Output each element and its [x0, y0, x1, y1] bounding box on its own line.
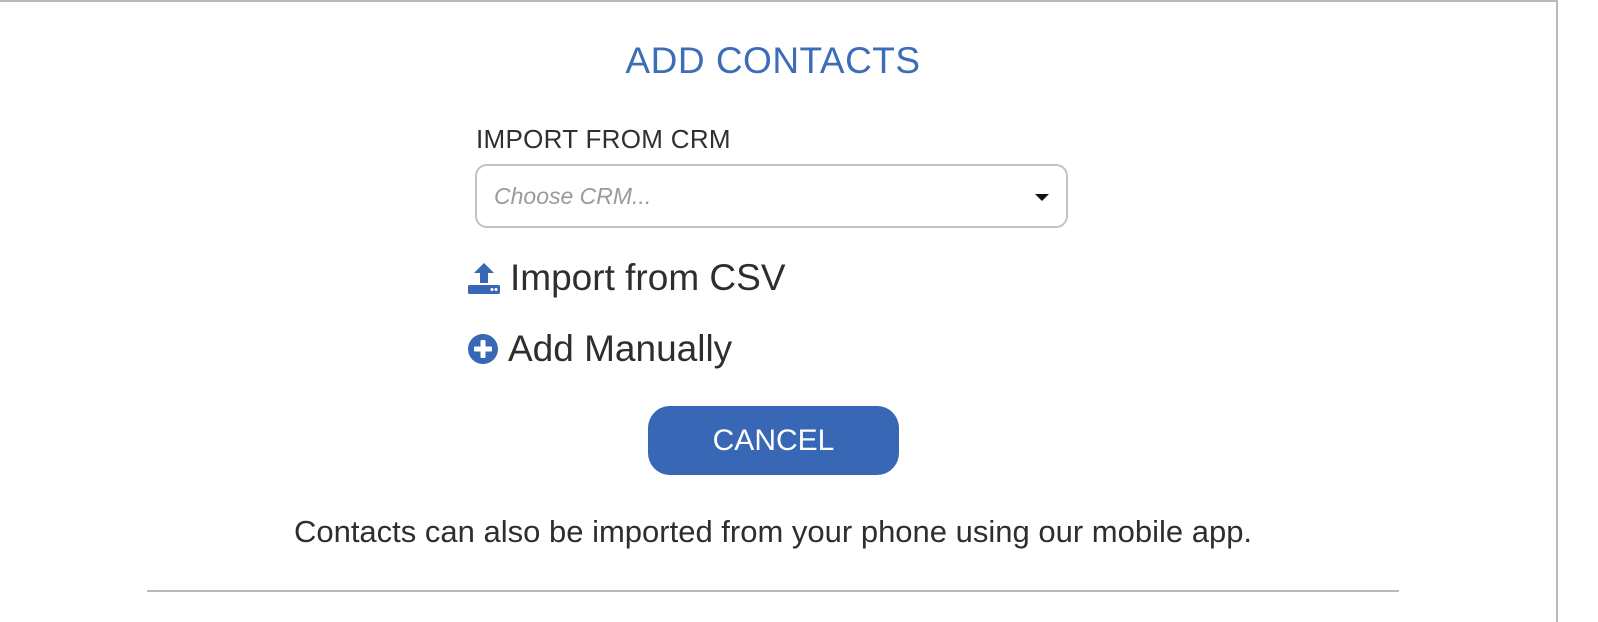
import-csv-label: Import from CSV — [510, 257, 786, 298]
add-manually-label: Add Manually — [508, 328, 733, 369]
add-contacts-panel: ADD CONTACTS IMPORT FROM CRM Choose CRM.… — [0, 0, 1558, 622]
caret-down-icon — [1035, 194, 1049, 201]
crm-select[interactable]: Choose CRM... — [475, 164, 1068, 228]
divider — [147, 590, 1399, 592]
import-csv-link[interactable]: Import from CSV — [467, 255, 786, 301]
add-manually-link[interactable]: Add Manually — [467, 326, 732, 372]
plus-circle-icon — [467, 333, 499, 365]
crm-select-placeholder: Choose CRM... — [494, 183, 652, 209]
mobile-import-note: Contacts can also be imported from your … — [293, 514, 1253, 549]
crm-field-label: IMPORT FROM CRM — [476, 124, 731, 154]
cancel-button[interactable]: CANCEL — [648, 406, 899, 475]
dialog-title: ADD CONTACTS — [625, 40, 921, 81]
upload-icon — [467, 261, 501, 295]
